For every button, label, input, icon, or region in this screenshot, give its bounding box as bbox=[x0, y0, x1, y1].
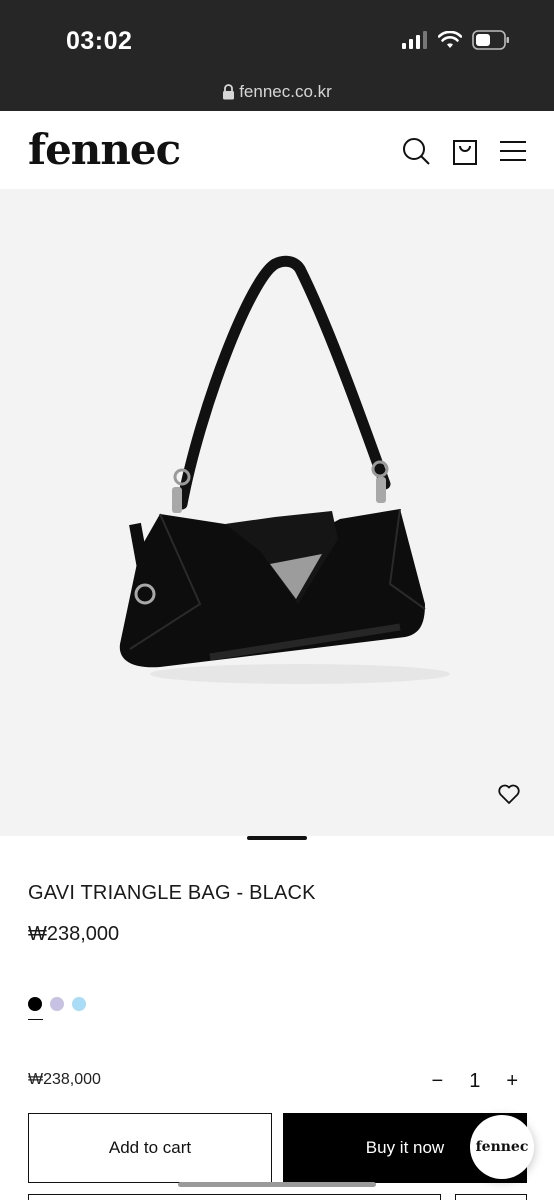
product-price: ₩238,000 bbox=[28, 923, 120, 945]
site-logo[interactable]: fennec bbox=[28, 125, 181, 174]
product-gallery[interactable] bbox=[0, 189, 554, 836]
color-swatch-light-blue[interactable] bbox=[72, 997, 86, 1011]
lock-icon bbox=[223, 84, 235, 100]
signal-icon bbox=[402, 31, 427, 49]
url-text: fennec.co.kr bbox=[239, 82, 332, 101]
search-icon[interactable] bbox=[402, 137, 430, 165]
address-bar[interactable]: fennec.co.kr bbox=[0, 82, 554, 102]
color-swatch-lavender[interactable] bbox=[50, 997, 64, 1011]
heart-icon[interactable] bbox=[498, 784, 520, 804]
selected-swatch-indicator bbox=[28, 1019, 43, 1020]
quantity-stepper: − 1 + bbox=[432, 1070, 519, 1093]
secondary-button[interactable] bbox=[28, 1194, 441, 1200]
site-header: fennec bbox=[0, 111, 554, 189]
increase-quantity-button[interactable]: + bbox=[506, 1070, 518, 1093]
quantity-value[interactable]: 1 bbox=[469, 1070, 480, 1093]
gallery-pager-indicator bbox=[247, 836, 307, 840]
browser-chrome: 03:02 fennec.co.kr bbox=[0, 0, 554, 111]
menu-icon[interactable] bbox=[500, 139, 526, 163]
add-to-cart-button[interactable]: Add to cart bbox=[28, 1113, 272, 1183]
header-icons bbox=[402, 137, 526, 165]
decrease-quantity-button[interactable]: − bbox=[432, 1070, 444, 1093]
subtotal-price: ₩238,000 bbox=[28, 1071, 101, 1088]
status-time: 03:02 bbox=[66, 27, 133, 55]
secondary-icon-button[interactable] bbox=[455, 1194, 527, 1200]
home-indicator bbox=[178, 1182, 376, 1187]
battery-icon bbox=[472, 30, 509, 50]
color-swatches bbox=[28, 997, 86, 1011]
product-title: GAVI TRIANGLE BAG - BLACK bbox=[28, 882, 316, 904]
product-image bbox=[119, 255, 450, 684]
color-swatch-black[interactable] bbox=[28, 997, 42, 1011]
status-icons bbox=[402, 30, 510, 50]
wifi-icon bbox=[438, 31, 462, 48]
shopping-bag-icon[interactable] bbox=[452, 137, 478, 165]
chat-widget-button[interactable]: fennec bbox=[470, 1115, 534, 1179]
